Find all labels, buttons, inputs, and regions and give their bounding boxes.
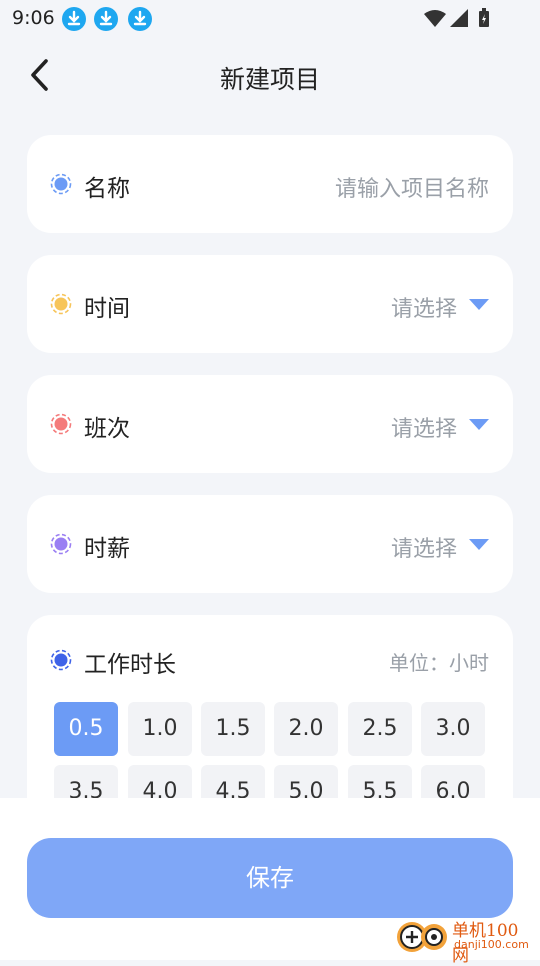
caret-down-icon [469, 299, 489, 310]
duration-option[interactable]: 1.5 [201, 702, 265, 756]
wage-label: 时薪 [84, 536, 130, 562]
signal-icon [450, 9, 468, 27]
duration-option[interactable]: 3.0 [421, 702, 485, 756]
status-bar: 9:06 [0, 0, 540, 36]
shift-select-card[interactable]: 班次 请选择 [27, 375, 513, 473]
duration-dot-icon [50, 649, 72, 671]
time-select-card[interactable]: 时间 请选择 [27, 255, 513, 353]
bottom-bar: 保存 单机100网 danji100.com [0, 798, 540, 966]
watermark-url: danji100.com [454, 938, 529, 951]
watermark: 单机100网 danji100.com [394, 916, 534, 966]
download-icon [94, 7, 118, 31]
download-icon [128, 7, 152, 31]
shift-select-value: 请选择 [390, 417, 457, 442]
status-icons [422, 8, 502, 32]
battery-icon [479, 8, 489, 27]
time-dot-icon [50, 293, 72, 315]
wage-select-card[interactable]: 时薪 请选择 [27, 495, 513, 593]
duration-option[interactable]: 0.5 [54, 702, 118, 756]
shift-dot-icon [50, 413, 72, 435]
caret-down-icon [469, 539, 489, 550]
save-button[interactable]: 保存 [27, 838, 513, 918]
name-input[interactable]: 请输入项目名称 [335, 171, 489, 203]
download-icon [62, 7, 86, 31]
page-title: 新建项目 [219, 65, 320, 94]
wage-dot-icon [50, 533, 72, 555]
wage-select-value: 请选择 [390, 537, 457, 562]
app-header: 新建项目 [0, 40, 540, 114]
time-label: 时间 [84, 296, 130, 322]
watermark-logo-icon [397, 922, 447, 952]
name-field-card[interactable]: 名称 请输入项目名称 [27, 135, 513, 233]
duration-option[interactable]: 2.5 [348, 702, 412, 756]
duration-option[interactable]: 2.0 [274, 702, 338, 756]
wifi-icon [424, 10, 446, 27]
shift-label: 班次 [84, 416, 130, 442]
name-label: 名称 [84, 176, 130, 202]
time-select-value: 请选择 [390, 297, 457, 322]
status-time: 9:06 [12, 7, 55, 29]
caret-down-icon [469, 419, 489, 430]
name-dot-icon [50, 173, 72, 195]
duration-unit: 单位：小时 [389, 651, 489, 675]
duration-title: 工作时长 [84, 652, 176, 678]
duration-option[interactable]: 1.0 [128, 702, 192, 756]
